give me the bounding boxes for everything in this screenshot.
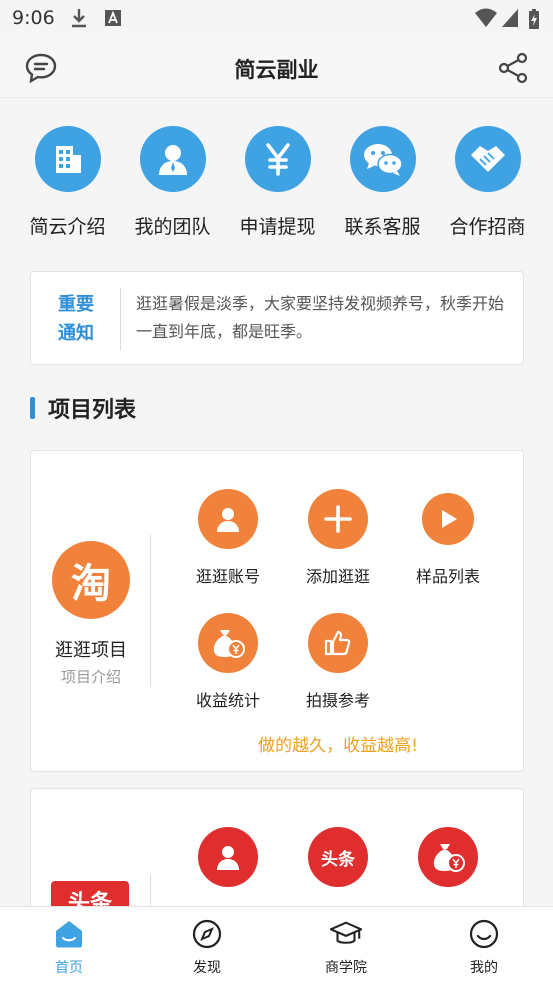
action-account[interactable]: 逛逛账号	[173, 489, 283, 587]
signal-icon	[501, 8, 519, 32]
notice-tag: 重要 通知	[51, 290, 101, 348]
notice-tag-line2: 通知	[58, 323, 94, 344]
quick-item-service[interactable]: 联系客服	[330, 126, 435, 239]
action-label: 样品列表	[415, 567, 480, 586]
quick-item-team[interactable]: 我的团队	[120, 126, 225, 239]
nav-label: 首页	[55, 960, 83, 976]
quick-item-withdraw[interactable]: 申请提现	[225, 126, 330, 239]
section-title-bar	[30, 397, 35, 419]
money-bag-icon	[418, 827, 478, 887]
action-label: 拍摄参考	[305, 691, 370, 710]
battery-icon	[528, 8, 540, 34]
money-bag-icon	[198, 613, 258, 673]
plus-icon	[308, 489, 368, 549]
taobao-logo-text: 淘	[71, 561, 111, 607]
bottom-nav: 首页 发现 商学院 我的	[0, 906, 553, 984]
nav-label: 发现	[193, 960, 221, 976]
nav-mine[interactable]: 我的	[439, 917, 529, 977]
building-icon	[34, 126, 101, 192]
action-earnings[interactable]: 收益统计	[173, 613, 283, 711]
quick-item-partner[interactable]: 合作招商	[435, 126, 540, 239]
nav-discover[interactable]: 发现	[162, 917, 252, 977]
toutiao-icon: 头条	[308, 827, 368, 887]
nav-home[interactable]: 首页	[24, 917, 114, 977]
notification-app-icon	[104, 8, 122, 32]
taobao-logo[interactable]: 淘	[52, 541, 130, 619]
app-header: 简云副业	[0, 38, 553, 98]
thumbs-up-icon	[308, 613, 368, 673]
yen-icon	[244, 126, 311, 192]
notice-text: 逛逛暑假是淡季，大家要坚持发视频养号，秋季开始一直到年底，都是旺季。	[136, 294, 505, 341]
notice-tag-line1: 重要	[58, 294, 94, 315]
share-icon[interactable]	[497, 52, 529, 88]
notice-divider	[120, 288, 121, 350]
toutiao-badge-text: 头条	[321, 849, 355, 870]
quick-item-label: 合作招商	[449, 216, 526, 238]
project-intro-link[interactable]: 项目介绍	[31, 666, 151, 687]
project-name[interactable]: 逛逛项目	[31, 636, 151, 662]
nav-academy[interactable]: 商学院	[301, 917, 391, 977]
nav-label: 我的	[470, 960, 498, 976]
action-add[interactable]: 添加逛逛	[283, 489, 393, 587]
notice-card[interactable]: 重要 通知 逛逛暑假是淡季，大家要坚持发视频养号，秋季开始一直到年底，都是旺季。	[30, 271, 524, 365]
person-icon	[139, 126, 206, 192]
smile-icon	[467, 917, 501, 951]
action-label: 收益统计	[195, 691, 260, 710]
quick-item-label: 联系客服	[344, 216, 421, 238]
action-label: 添加逛逛	[305, 567, 370, 586]
play-icon	[422, 493, 474, 545]
quick-item-intro[interactable]: 简云介绍	[15, 126, 120, 239]
status-bar: 9:06	[0, 0, 553, 38]
quick-item-label: 我的团队	[134, 216, 211, 238]
quick-actions: 简云介绍 我的团队 申请提现 联系客服 合作招商	[0, 126, 553, 246]
wechat-icon	[349, 126, 416, 192]
wifi-icon	[474, 8, 498, 32]
compass-icon	[190, 917, 224, 951]
quick-item-label: 申请提现	[239, 216, 316, 238]
user-icon	[198, 489, 258, 549]
download-icon	[70, 8, 88, 32]
card-divider	[150, 535, 151, 687]
graduation-cap-icon	[329, 917, 363, 951]
home-icon	[52, 917, 86, 951]
status-time: 9:06	[12, 7, 55, 29]
nav-label: 商学院	[325, 960, 367, 976]
action-reference[interactable]: 拍摄参考	[283, 613, 393, 711]
page-title: 简云副业	[234, 58, 319, 82]
user-icon	[198, 827, 258, 887]
card-slogan: 做的越久，收益越高!	[258, 736, 418, 756]
quick-item-label: 简云介绍	[29, 216, 106, 238]
action-label: 逛逛账号	[195, 567, 260, 586]
section-title-text: 项目列表	[48, 398, 137, 423]
action-samples[interactable]: 样品列表	[393, 489, 503, 587]
handshake-icon	[454, 126, 521, 192]
project-card-guangguang: 淘 逛逛项目 项目介绍 逛逛账号 添加逛逛 样品列表 收益统计 拍摄参考 做的越…	[30, 450, 524, 772]
